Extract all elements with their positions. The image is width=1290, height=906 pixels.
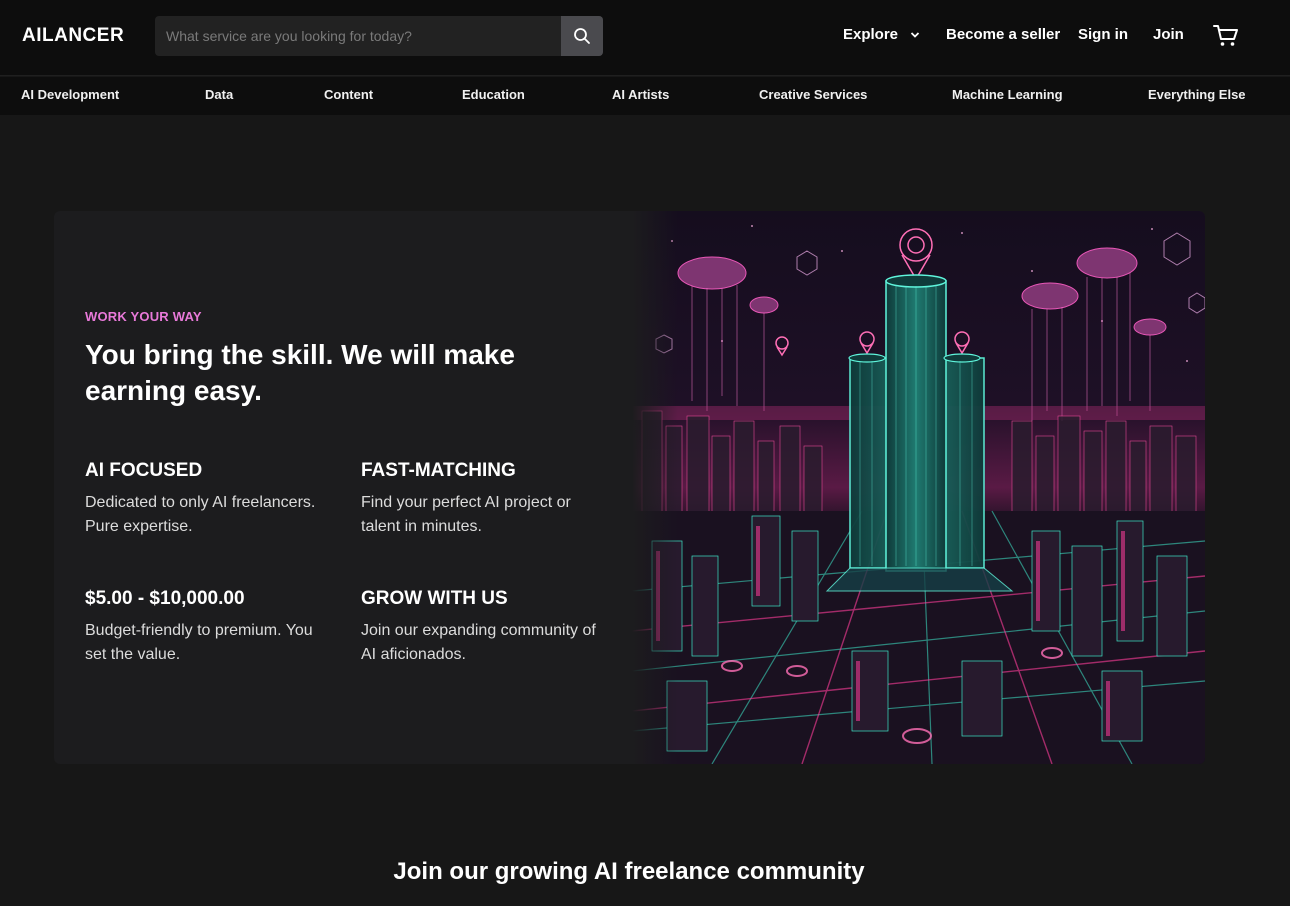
hero-headline: You bring the skill. We will make earnin… (85, 339, 515, 406)
search-icon (574, 28, 590, 44)
feature-text: Find your perfect AI project or talent i… (361, 494, 571, 535)
search-input[interactable] (155, 16, 561, 56)
sign-in-link[interactable]: Sign in (1078, 26, 1128, 43)
feature-title: FAST-MATCHING (361, 460, 516, 481)
hero-illustration (632, 211, 1205, 764)
search-button[interactable] (561, 16, 603, 56)
feature-title: $5.00 - $10,000.00 (85, 588, 245, 609)
top-header: AILANCER Explore Become a seller Sign in… (0, 0, 1290, 76)
join-link[interactable]: Join (1153, 26, 1184, 43)
become-seller-link[interactable]: Become a seller (946, 26, 1060, 43)
category-nav: AI Development Data Content Education AI… (0, 77, 1290, 115)
cart-icon[interactable] (1213, 24, 1239, 48)
category-creative-services[interactable]: Creative Services (759, 87, 867, 102)
feature-ai-focused: AI FOCUSED Dedicated to only AI freelanc… (85, 460, 335, 539)
category-everything-else[interactable]: Everything Else (1148, 87, 1246, 102)
category-ai-artists[interactable]: AI Artists (612, 87, 669, 102)
feature-title: AI FOCUSED (85, 460, 203, 481)
category-ai-development[interactable]: AI Development (21, 87, 119, 102)
search-bar (155, 16, 603, 56)
hero-eyebrow: WORK YOUR WAY (85, 309, 202, 324)
feature-text: Dedicated to only AI freelancers. Pure e… (85, 494, 316, 535)
feature-grow-with-us: GROW WITH US Join our expanding communit… (361, 588, 611, 667)
category-machine-learning[interactable]: Machine Learning (952, 87, 1063, 102)
feature-text: Budget-friendly to premium. You set the … (85, 622, 313, 663)
feature-fast-matching: FAST-MATCHING Find your perfect AI proje… (361, 460, 611, 539)
feature-budget: $5.00 - $10,000.00 Budget-friendly to pr… (85, 588, 335, 667)
feature-text: Join our expanding community of AI afici… (361, 622, 596, 663)
logo[interactable]: AILANCER (22, 25, 124, 47)
explore-label: Explore (843, 26, 899, 43)
explore-menu[interactable]: Explore (843, 26, 920, 43)
feature-title: GROW WITH US (361, 588, 508, 609)
category-content[interactable]: Content (324, 87, 373, 102)
hero-section: WORK YOUR WAY You bring the skill. We wi… (54, 211, 1205, 764)
chevron-down-icon (911, 32, 920, 38)
category-data[interactable]: Data (205, 87, 233, 102)
community-heading: Join our growing AI freelance community (393, 858, 865, 885)
category-education[interactable]: Education (462, 87, 525, 102)
